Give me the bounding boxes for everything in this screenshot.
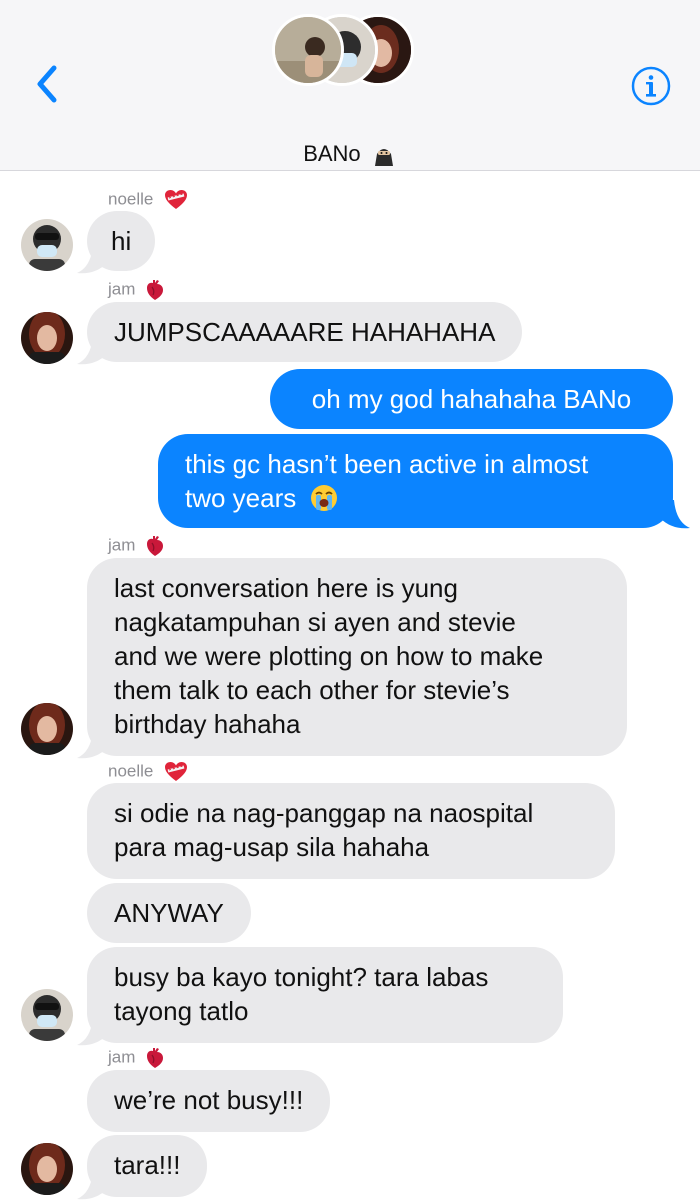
message-bubble[interactable]: we’re not busy!!! bbox=[87, 1070, 331, 1132]
avatar[interactable] bbox=[21, 703, 73, 755]
message-list[interactable]: noelle hi jam JUMPSCAAAAARE HAHAHAHA oh … bbox=[0, 171, 700, 1200]
info-circle-icon bbox=[631, 66, 671, 106]
avatar bbox=[272, 14, 344, 86]
message-bubble[interactable]: this gc hasn’t been active in almost two… bbox=[158, 434, 673, 528]
anatomical-heart-icon bbox=[147, 1048, 164, 1068]
sender-name: noelle bbox=[108, 761, 188, 783]
mending-heart-icon bbox=[165, 762, 188, 781]
message-line: two years bbox=[185, 481, 646, 515]
loudly-crying-face-icon bbox=[310, 485, 337, 511]
bubble-tail bbox=[660, 500, 690, 529]
group-avatars[interactable] bbox=[270, 10, 430, 90]
message-bubble[interactable]: si odie na nag-panggap na naospital para… bbox=[87, 783, 615, 879]
bubble-tail bbox=[77, 245, 107, 274]
back-button[interactable] bbox=[32, 62, 62, 106]
group-name: BANo bbox=[303, 141, 361, 166]
info-button[interactable] bbox=[630, 65, 672, 107]
sender-name: jam bbox=[108, 1047, 164, 1069]
sender-name: jam bbox=[108, 535, 164, 557]
avatar[interactable] bbox=[21, 989, 73, 1041]
mending-heart-icon bbox=[165, 190, 188, 209]
avatar[interactable] bbox=[21, 312, 73, 364]
bubble-tail bbox=[77, 336, 107, 365]
sender-name: jam bbox=[108, 279, 164, 301]
sender-name: noelle bbox=[108, 189, 188, 211]
anatomical-heart-icon bbox=[147, 536, 164, 556]
avatar[interactable] bbox=[21, 219, 73, 271]
avatar[interactable] bbox=[21, 1143, 73, 1195]
message-bubble[interactable]: last conversation here is yung nagkatamp… bbox=[87, 558, 627, 756]
bubble-tail bbox=[77, 730, 107, 759]
chevron-left-icon bbox=[37, 65, 57, 103]
message-bubble[interactable]: oh my god hahahaha BANo bbox=[270, 369, 673, 429]
message-bubble[interactable]: busy ba kayo tonight? tara labas tayong … bbox=[87, 947, 563, 1043]
ninja-icon bbox=[374, 149, 393, 166]
bubble-tail bbox=[77, 1017, 107, 1046]
message-bubble[interactable]: JUMPSCAAAAARE HAHAHAHA bbox=[87, 302, 523, 362]
bubble-tail bbox=[77, 1171, 107, 1200]
group-title[interactable]: BANo bbox=[0, 140, 700, 167]
message-bubble[interactable]: ANYWAY bbox=[87, 883, 251, 943]
anatomical-heart-icon bbox=[147, 280, 164, 300]
conversation-header: BANo bbox=[0, 0, 700, 171]
